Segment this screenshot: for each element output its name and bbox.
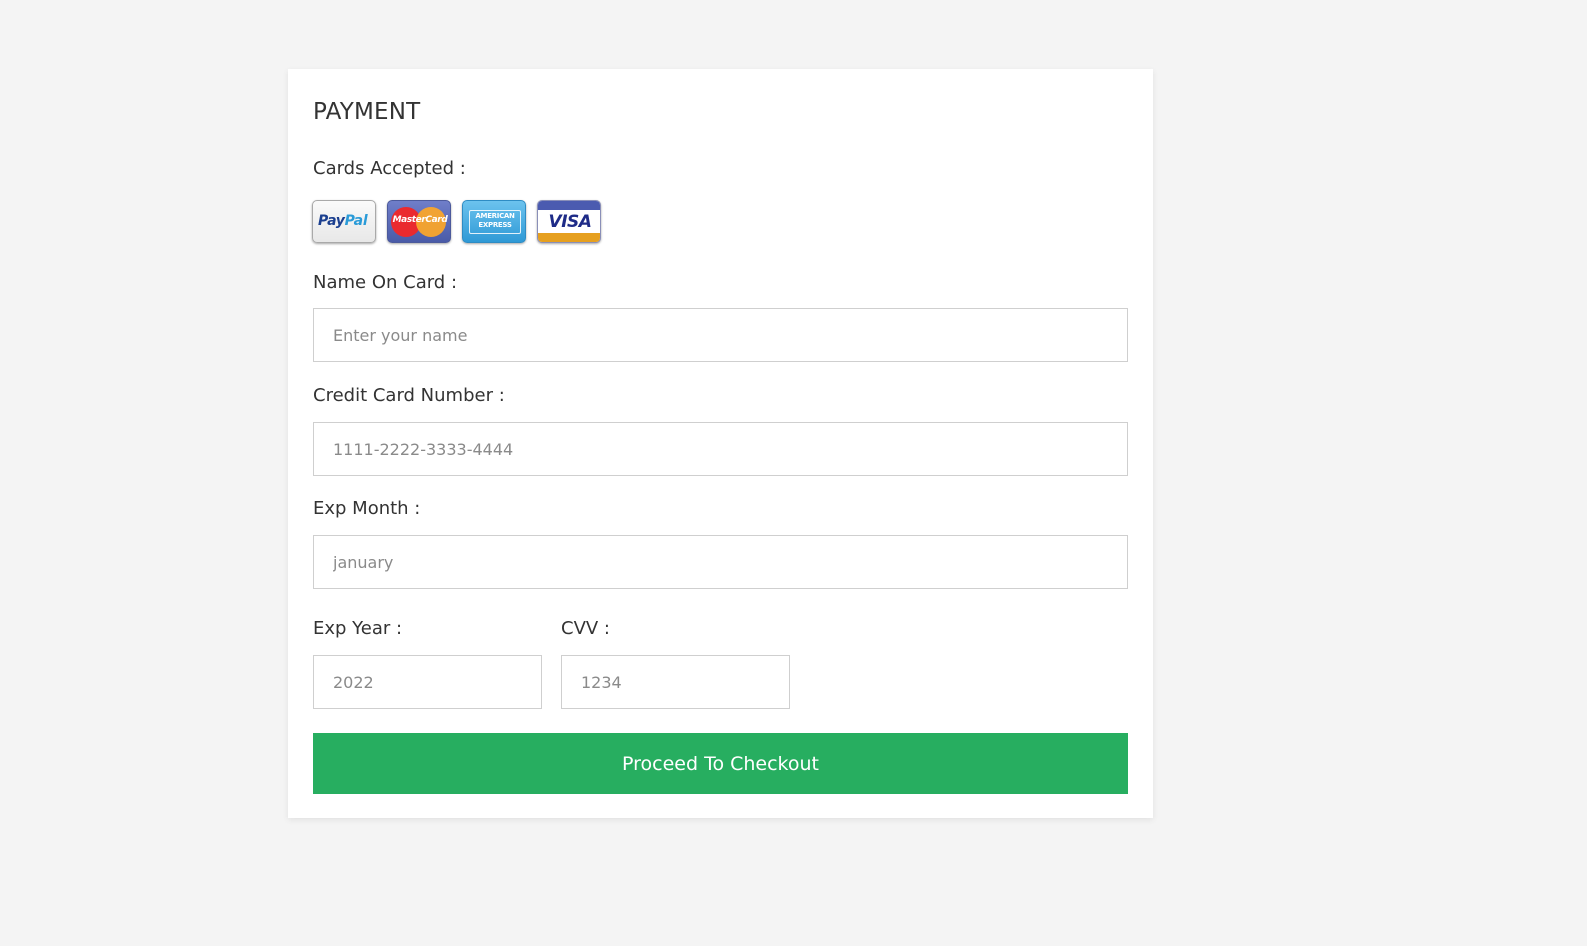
visa-icon: VISA [537,200,601,243]
payment-title: PAYMENT [313,99,421,125]
paypal-icon: PayPal [312,200,376,243]
proceed-to-checkout-button[interactable]: Proceed To Checkout [313,733,1128,794]
mastercard-icon: MasterCard [387,200,451,243]
payment-card: PAYMENT Cards Accepted : PayPal MasterCa… [288,69,1153,818]
cvv-label: CVV : [561,618,610,639]
exp-month-input[interactable] [313,535,1128,589]
name-on-card-label: Name On Card : [313,272,458,293]
cvv-input[interactable] [561,655,790,709]
exp-year-label: Exp Year : [313,618,403,639]
accepted-cards: PayPal MasterCard AMERICAN EXPRESS VISA [312,200,601,244]
exp-year-input[interactable] [313,655,542,709]
name-on-card-input[interactable] [313,308,1128,362]
card-number-label: Credit Card Number : [313,385,505,406]
exp-month-label: Exp Month : [313,498,421,519]
card-number-input[interactable] [313,422,1128,476]
amex-icon: AMERICAN EXPRESS [462,200,526,243]
cards-accepted-label: Cards Accepted : [313,158,466,179]
